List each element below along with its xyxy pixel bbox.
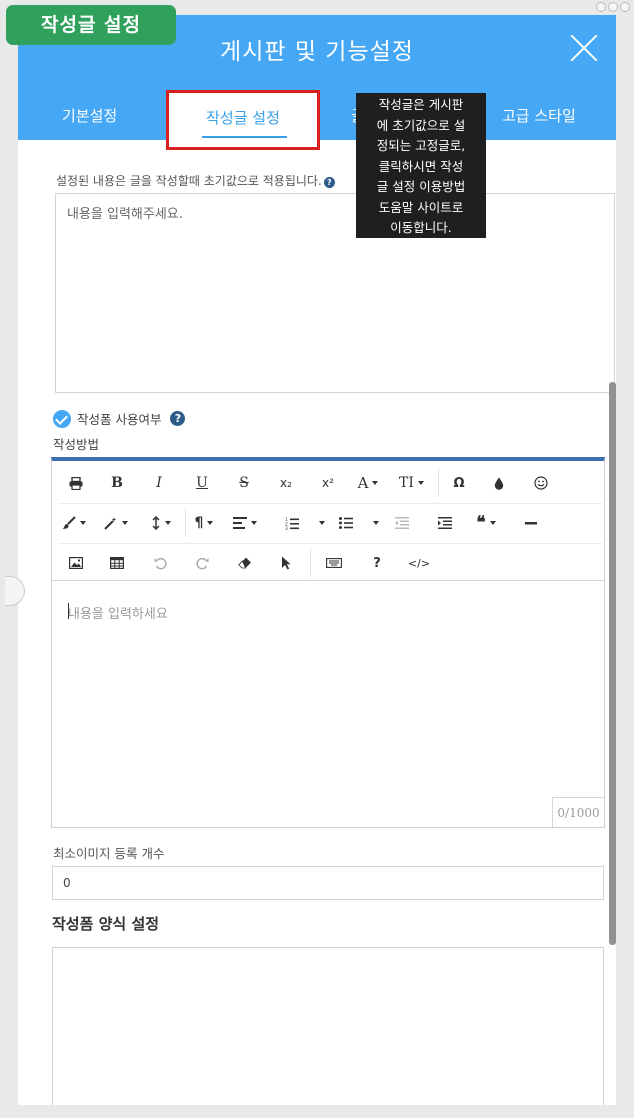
close-icon[interactable] [569, 33, 599, 63]
initial-content-textarea[interactable]: 내용을 입력해주세요. [55, 193, 615, 393]
tab-post-settings-highlight[interactable]: 작성글 설정 [166, 90, 320, 150]
min-images-input[interactable]: 0 [52, 866, 604, 900]
drop-icon[interactable] [487, 471, 511, 495]
tab-basic-settings[interactable]: 기본설정 [62, 105, 117, 126]
outdent-icon[interactable] [390, 511, 414, 535]
editor-toolbar: B I U S x₂ x² A TI Ω ¶ 1 2 3 ❝ ? </> [52, 461, 604, 581]
tooltip-line: 작성글은 게시판 [378, 97, 464, 112]
window-dot-icon [620, 2, 630, 12]
settings-panel: 게시판 및 기능설정 기본설정 글 고급 스타일 작성글 설정 설정된 내용은 … [18, 15, 616, 1105]
form-toggle-row[interactable]: 작성폼 사용여부 ? [53, 409, 186, 428]
window-dot-icon [608, 2, 618, 12]
tooltip-line: 도움말 사이트로 [378, 199, 464, 215]
underline-button[interactable]: U [190, 471, 214, 495]
redo-icon[interactable] [190, 551, 214, 575]
svg-text:3: 3 [285, 526, 288, 530]
font-color-button[interactable]: A [356, 471, 380, 495]
active-tab-underline [202, 136, 287, 138]
ordered-list-icon[interactable]: 123 [280, 511, 304, 535]
subscript-button[interactable]: x₂ [274, 471, 298, 495]
window-controls [596, 2, 630, 12]
form-toggle-label: 작성폼 사용여부 [77, 412, 162, 427]
image-icon[interactable] [64, 551, 88, 575]
superscript-button[interactable]: x² [316, 471, 340, 495]
line-height-icon[interactable] [149, 511, 173, 535]
strikethrough-button[interactable]: S [232, 471, 256, 495]
cursor-icon[interactable] [274, 551, 298, 575]
description-text: 설정된 내용은 글을 작성할때 초기값으로 적용됩니다.? [56, 172, 335, 189]
form-template-title: 작성폼 양식 설정 [52, 915, 160, 933]
check-circle-icon[interactable] [53, 409, 71, 428]
tab-advanced-style[interactable]: 고급 스타일 [502, 105, 576, 126]
unordered-list-icon[interactable] [334, 511, 358, 535]
italic-button[interactable]: I [147, 471, 171, 495]
bold-button[interactable]: B [105, 471, 129, 495]
help-tooltip: 작성글은 게시판 에 초기값으로 설 정되는 고정글로, 클릭하시면 작성 글 … [356, 93, 486, 238]
table-icon[interactable] [105, 551, 129, 575]
help-icon[interactable]: ? [323, 177, 335, 188]
window-dot-icon [596, 2, 606, 12]
character-counter: 0/1000 [552, 797, 604, 827]
vertical-scrollbar[interactable] [609, 382, 616, 945]
min-images-label: 최소이미지 등록 개수 [53, 846, 165, 861]
magic-wand-icon[interactable] [104, 511, 128, 535]
form-template-textarea[interactable] [52, 947, 604, 1105]
indent-icon[interactable] [433, 511, 457, 535]
print-icon[interactable] [64, 471, 88, 495]
help-icon[interactable]: ? [170, 411, 186, 426]
text-caret [68, 603, 69, 619]
section-badge: 작성글 설정 [6, 5, 176, 45]
rich-text-editor: B I U S x₂ x² A TI Ω ¶ 1 2 3 ❝ ? </> 내용을… [51, 457, 605, 828]
paint-brush-icon[interactable] [62, 511, 86, 535]
tooltip-line: 클릭하시면 작성 [378, 158, 464, 174]
font-size-button[interactable]: TI [399, 471, 424, 495]
tooltip-line: 이동합니다. [390, 220, 452, 235]
eraser-icon[interactable] [233, 551, 257, 575]
method-label: 작성방법 [53, 437, 100, 452]
unordered-list-dropdown[interactable] [362, 511, 386, 535]
tooltip-line: 글 설정 이용방법 [376, 179, 466, 194]
editor-placeholder: 내용을 입력하세요 [68, 607, 168, 622]
ordered-list-dropdown[interactable] [308, 511, 332, 535]
paragraph-icon[interactable]: ¶ [192, 511, 216, 535]
tooltip-line: 에 초기값으로 설 [376, 117, 466, 133]
special-char-button[interactable]: Ω [447, 471, 471, 495]
tab-post-settings[interactable]: 작성글 설정 [169, 107, 317, 128]
horizontal-rule-icon[interactable] [519, 511, 543, 535]
keyboard-icon[interactable] [322, 551, 346, 575]
undo-icon[interactable] [148, 551, 172, 575]
code-view-button[interactable]: </> [407, 551, 431, 575]
quote-icon[interactable]: ❝ [474, 511, 498, 535]
align-left-icon[interactable] [233, 511, 257, 535]
emoji-icon[interactable] [529, 471, 553, 495]
help-button[interactable]: ? [365, 551, 389, 575]
tooltip-line: 정되는 고정글로, [376, 138, 466, 153]
editor-content-area[interactable]: 내용을 입력하세요 [52, 585, 604, 825]
